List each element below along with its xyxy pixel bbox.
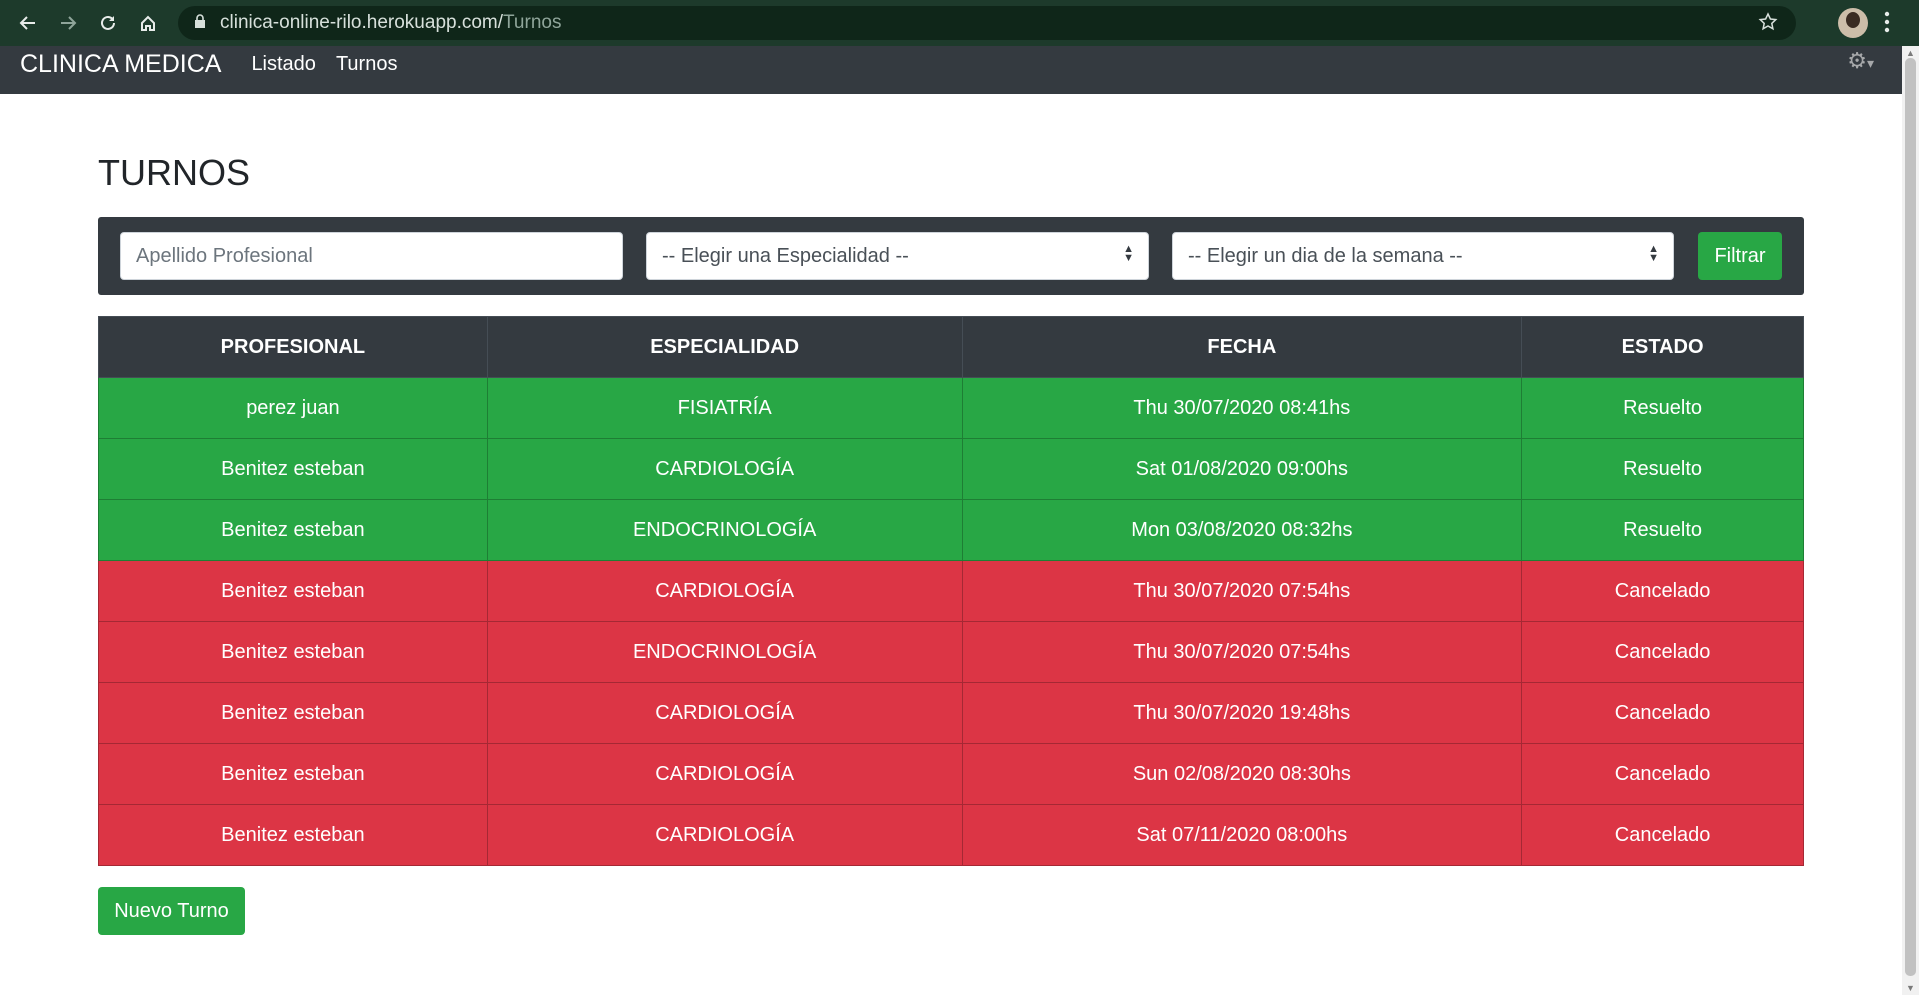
table-row[interactable]: Benitez esteban CARDIOLOGÍA Sat 07/11/20… (98, 804, 1804, 866)
cell-estado: Cancelado (1521, 743, 1804, 805)
scrollbar-thumb[interactable] (1905, 58, 1916, 976)
cell-fecha: Mon 03/08/2020 08:32hs (961, 499, 1523, 561)
dia-selected-value: -- Elegir un dia de la semana -- (1188, 244, 1463, 267)
url-path: Turnos (503, 12, 562, 33)
cell-profesional: Benitez esteban (98, 804, 488, 866)
header-profesional: PROFESIONAL (98, 316, 488, 378)
address-bar[interactable]: clinica-online-rilo.herokuapp.com/Turnos (178, 6, 1796, 40)
cell-profesional: Benitez esteban (98, 621, 488, 683)
cell-profesional: Benitez esteban (98, 682, 488, 744)
cell-especialidad: CARDIOLOGÍA (486, 804, 963, 866)
url-host: clinica-online-rilo.herokuapp.com/ (220, 12, 504, 33)
cell-estado: Resuelto (1521, 377, 1804, 439)
especialidad-select[interactable]: -- Elegir una Especialidad -- ▲ ▼ (646, 232, 1149, 280)
cell-fecha: Thu 30/07/2020 07:54hs (961, 621, 1523, 683)
browser-toolbar: clinica-online-rilo.herokuapp.com/Turnos (0, 0, 1919, 46)
especialidad-selected-value: -- Elegir una Especialidad -- (662, 244, 909, 267)
brand[interactable]: CLINICA MEDICA (20, 50, 221, 79)
table-header-row: PROFESIONAL ESPECIALIDAD FECHA ESTADO (98, 316, 1804, 378)
cell-estado: Cancelado (1521, 804, 1804, 866)
caret-down-icon: ▾ (1866, 55, 1874, 71)
back-icon[interactable] (8, 0, 48, 46)
table-row[interactable]: Benitez esteban ENDOCRINOLOGÍA Thu 30/07… (98, 621, 1804, 683)
cell-estado: Cancelado (1521, 621, 1804, 683)
filtrar-button[interactable]: Filtrar (1698, 232, 1782, 280)
header-especialidad: ESPECIALIDAD (486, 316, 963, 378)
cell-profesional: perez juan (98, 377, 488, 439)
cell-fecha: Sat 07/11/2020 08:00hs (961, 804, 1523, 866)
table-row[interactable]: Benitez esteban ENDOCRINOLOGÍA Mon 03/08… (98, 499, 1804, 561)
forward-icon[interactable] (48, 0, 88, 46)
cell-especialidad: CARDIOLOGÍA (486, 743, 963, 805)
table-row[interactable]: Benitez esteban CARDIOLOGÍA Sat 01/08/20… (98, 438, 1804, 500)
cell-profesional: Benitez esteban (98, 499, 488, 561)
gear-icon: ⚙ (1847, 48, 1867, 73)
page-title: TURNOS (98, 152, 250, 193)
lock-icon (194, 12, 206, 34)
reload-icon[interactable] (88, 0, 128, 46)
cell-fecha: Thu 30/07/2020 08:41hs (961, 377, 1523, 439)
dia-semana-select[interactable]: -- Elegir un dia de la semana -- ▲ ▼ (1172, 232, 1674, 280)
table-row[interactable]: Benitez esteban CARDIOLOGÍA Sun 02/08/20… (98, 743, 1804, 805)
scroll-down-icon[interactable]: ▼ (1906, 983, 1915, 993)
cell-fecha: Sun 02/08/2020 08:30hs (961, 743, 1523, 805)
cell-especialidad: FISIATRÍA (486, 377, 963, 439)
bookmark-star-icon[interactable] (1758, 12, 1778, 38)
kebab-menu-icon[interactable] (1884, 10, 1890, 39)
cell-estado: Cancelado (1521, 682, 1804, 744)
cell-profesional: Benitez esteban (98, 743, 488, 805)
cell-estado: Resuelto (1521, 438, 1804, 500)
cell-especialidad: ENDOCRINOLOGÍA (486, 499, 963, 561)
cell-fecha: Thu 30/07/2020 07:54hs (961, 560, 1523, 622)
filter-panel: Apellido Profesional -- Elegir una Espec… (98, 217, 1804, 295)
cell-fecha: Sat 01/08/2020 09:00hs (961, 438, 1523, 500)
table-row[interactable]: Benitez esteban CARDIOLOGÍA Thu 30/07/20… (98, 560, 1804, 622)
table-row[interactable]: Benitez esteban CARDIOLOGÍA Thu 30/07/20… (98, 682, 1804, 744)
cell-especialidad: ENDOCRINOLOGÍA (486, 621, 963, 683)
home-icon[interactable] (128, 0, 168, 46)
nav-link-turnos[interactable]: Turnos (336, 53, 398, 76)
app-navbar: CLINICA MEDICA Listado Turnos ⚙▾ (0, 46, 1902, 94)
scroll-up-icon[interactable]: ▲ (1906, 48, 1915, 58)
nuevo-turno-button[interactable]: Nuevo Turno (98, 887, 245, 935)
nav-link-listado[interactable]: Listado (251, 53, 316, 76)
select-arrows-icon: ▲ ▼ (1648, 243, 1659, 264)
settings-dropdown[interactable]: ⚙▾ (1847, 48, 1874, 74)
cell-estado: Cancelado (1521, 560, 1804, 622)
cell-profesional: Benitez esteban (98, 560, 488, 622)
cell-especialidad: CARDIOLOGÍA (486, 438, 963, 500)
cell-especialidad: CARDIOLOGÍA (486, 682, 963, 744)
table-row[interactable]: perez juan FISIATRÍA Thu 30/07/2020 08:4… (98, 377, 1804, 439)
cell-profesional: Benitez esteban (98, 438, 488, 500)
cell-especialidad: CARDIOLOGÍA (486, 560, 963, 622)
page-scrollbar[interactable]: ▲ ▼ (1902, 46, 1919, 995)
cell-fecha: Thu 30/07/2020 19:48hs (961, 682, 1523, 744)
profile-avatar[interactable] (1838, 8, 1868, 38)
cell-estado: Resuelto (1521, 499, 1804, 561)
select-arrows-icon: ▲ ▼ (1123, 243, 1134, 264)
turnos-table: PROFESIONAL ESPECIALIDAD FECHA ESTADO pe… (98, 316, 1804, 866)
header-fecha: FECHA (961, 316, 1523, 378)
apellido-profesional-input[interactable]: Apellido Profesional (120, 232, 623, 280)
header-estado: ESTADO (1521, 316, 1804, 378)
